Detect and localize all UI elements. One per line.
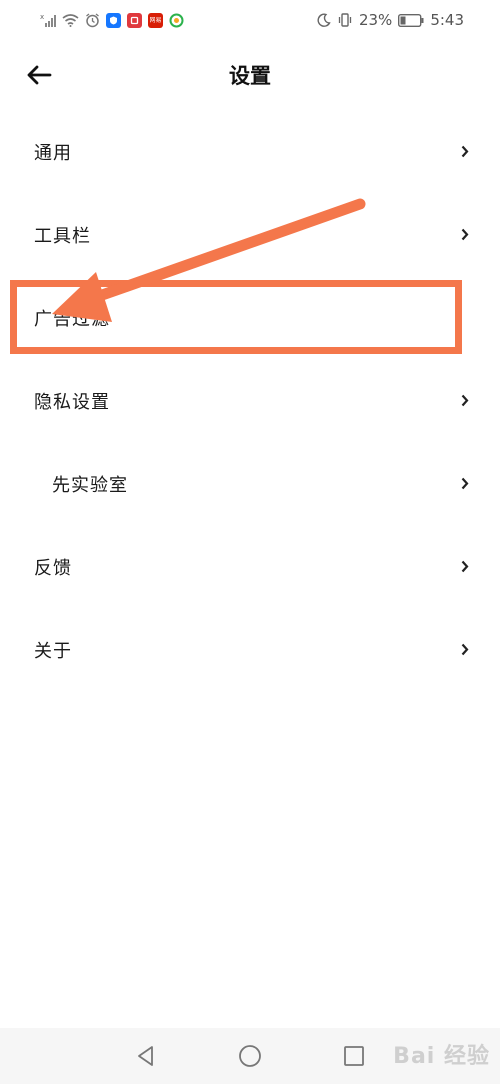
chevron-right-icon bbox=[460, 560, 470, 574]
alarm-icon bbox=[85, 12, 100, 28]
chevron-right-icon bbox=[460, 394, 470, 408]
settings-item-label: 隐私设置 bbox=[34, 391, 110, 413]
chevron-right-icon bbox=[460, 477, 470, 491]
settings-item-toolbar[interactable]: 工具栏 bbox=[0, 193, 500, 276]
circle-home-icon bbox=[239, 1045, 261, 1067]
settings-item-label: 反馈 bbox=[34, 557, 72, 579]
page-title: 设置 bbox=[229, 64, 271, 88]
netease-app-icon: 网易 bbox=[148, 12, 163, 28]
battery-icon bbox=[398, 12, 424, 28]
wifi-icon bbox=[62, 12, 79, 28]
chevron-right-icon bbox=[460, 228, 470, 242]
settings-item-privacy[interactable]: 隐私设置 bbox=[0, 359, 500, 442]
triangle-back-icon bbox=[138, 1046, 153, 1066]
settings-item-label: 通用 bbox=[34, 142, 72, 164]
settings-item-ad-filter[interactable]: 广告过滤 bbox=[0, 276, 500, 359]
settings-screen: x 网易 23% 5:43 设置 通用 工具栏 广告过滤 隐私设置 先实验室 反… bbox=[0, 0, 500, 1084]
moon-icon bbox=[317, 12, 331, 28]
settings-item-about[interactable]: 关于 bbox=[0, 608, 500, 691]
settings-item-label: 先实验室 bbox=[52, 474, 128, 496]
signal-icon: x bbox=[40, 12, 56, 28]
clock-time: 5:43 bbox=[430, 11, 464, 29]
chevron-right-icon bbox=[460, 145, 470, 159]
circle-app-icon bbox=[169, 12, 184, 28]
baidu-watermark: Bai 经验 bbox=[393, 1044, 490, 1069]
red-app-icon bbox=[127, 12, 142, 28]
settings-item-label: 关于 bbox=[34, 640, 72, 662]
system-nav-bar: Bai 经验 bbox=[0, 1028, 500, 1084]
nav-home-button[interactable] bbox=[237, 1043, 263, 1069]
settings-item-feedback[interactable]: 反馈 bbox=[0, 525, 500, 608]
shield-app-icon bbox=[106, 12, 121, 28]
settings-item-lab[interactable]: 先实验室 bbox=[0, 442, 500, 525]
nav-recents-button[interactable] bbox=[341, 1043, 367, 1069]
settings-list: 通用 工具栏 广告过滤 隐私设置 先实验室 反馈 关于 bbox=[0, 110, 500, 691]
square-recents-icon bbox=[344, 1046, 364, 1066]
settings-item-general[interactable]: 通用 bbox=[0, 110, 500, 193]
nav-back-button[interactable] bbox=[133, 1043, 159, 1069]
settings-item-label: 工具栏 bbox=[34, 225, 91, 247]
status-left: x 网易 bbox=[40, 12, 184, 28]
vibrate-icon bbox=[337, 12, 353, 28]
battery-percent: 23% bbox=[358, 11, 393, 29]
status-bar: x 网易 23% 5:43 bbox=[0, 0, 500, 40]
chevron-right-icon bbox=[460, 643, 470, 657]
svg-text:x: x bbox=[40, 13, 44, 21]
settings-item-label: 广告过滤 bbox=[34, 308, 110, 330]
app-header: 设置 bbox=[0, 48, 500, 102]
status-right: 23% 5:43 bbox=[317, 11, 464, 29]
